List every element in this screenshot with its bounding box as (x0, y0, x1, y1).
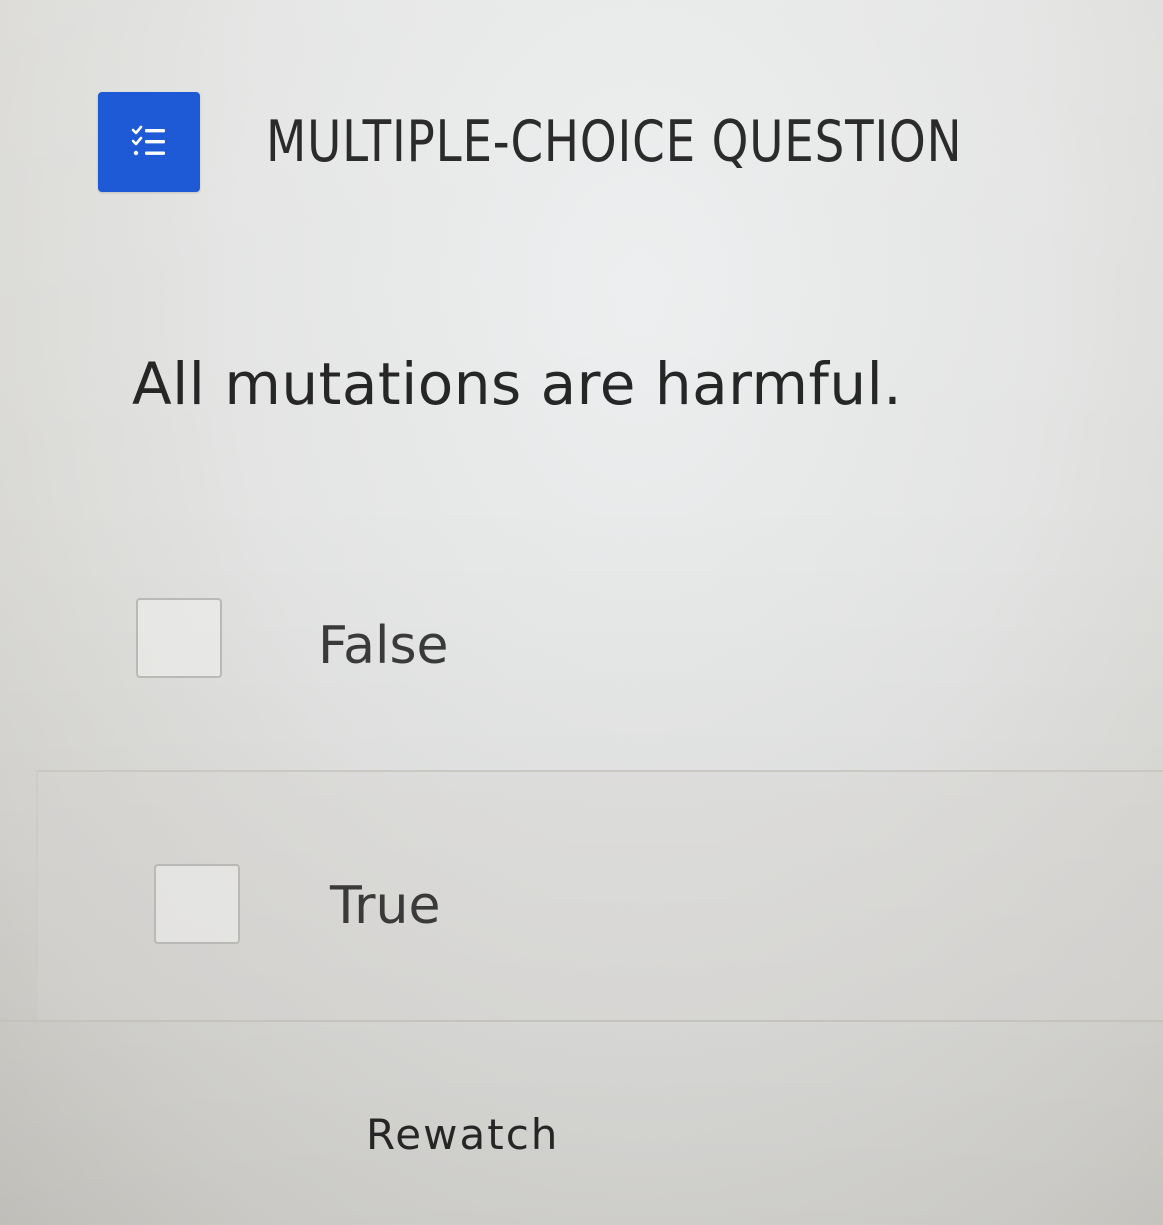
question-type-title: MULTIPLE-CHOICE QUESTION (266, 109, 963, 175)
footer-divider (0, 1020, 1163, 1022)
checklist-icon (98, 92, 200, 192)
option-label-false: False (318, 616, 449, 676)
checkbox-false[interactable] (136, 598, 222, 678)
answer-option-false[interactable]: False (0, 580, 1163, 765)
question-text: All mutations are harmful. (132, 350, 903, 418)
question-header: MULTIPLE-CHOICE QUESTION (98, 92, 1115, 192)
checklist-icon-glyph (131, 125, 165, 156)
answer-option-true[interactable]: True (36, 770, 1163, 1022)
option-label-true: True (330, 876, 441, 936)
rewatch-button[interactable]: Rewatch (366, 1110, 559, 1159)
checkbox-true[interactable] (154, 864, 240, 944)
